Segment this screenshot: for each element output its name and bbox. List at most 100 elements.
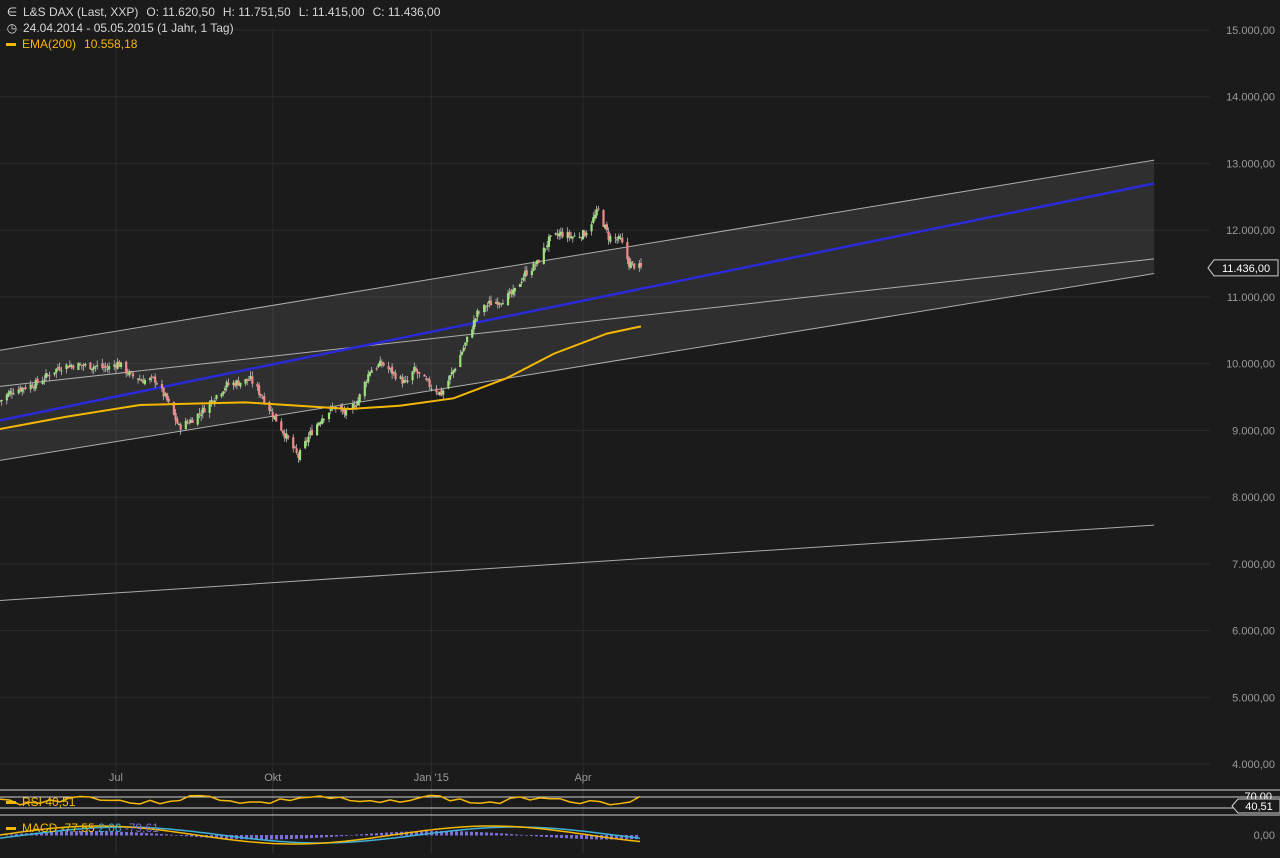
candle-down [89, 362, 92, 370]
candle-up [322, 419, 326, 421]
candle-up [363, 381, 366, 397]
candle-down [104, 365, 107, 368]
candle-up [148, 378, 152, 380]
x-tick-label: Jul [109, 772, 123, 784]
candle-up [215, 395, 218, 399]
candle-up [406, 380, 409, 383]
candle-down [602, 210, 605, 227]
candle-up [595, 209, 598, 216]
y-tick-label: 4.000,00 [1232, 759, 1275, 771]
instrument-row: ∈ L&S DAX (Last, XXP) O: 11.620,50 H: 11… [6, 4, 441, 20]
instrument-name: L&S DAX (Last, XXP) [23, 5, 139, 19]
candle-down [275, 413, 278, 422]
macd-histogram-bar [360, 834, 363, 836]
candle-up [239, 382, 242, 387]
candle-up [344, 409, 348, 416]
candle-up [518, 284, 522, 287]
macd-histogram-bar [495, 833, 498, 836]
candle-up [547, 236, 551, 247]
macd-histogram-bar [335, 835, 338, 837]
macd-histogram-bar [485, 832, 488, 836]
candle-up [573, 235, 576, 237]
candle-down [428, 379, 431, 388]
candle-up [365, 381, 368, 383]
candle-down [24, 386, 27, 389]
candle-up [430, 388, 433, 390]
candle-down [293, 446, 297, 448]
candle-down [621, 237, 624, 243]
macd-histogram-bar [555, 835, 558, 838]
macd-histogram-bar [475, 831, 478, 836]
candle-up [60, 370, 63, 372]
candle-up [462, 347, 465, 352]
candle-up [304, 441, 307, 449]
macd-histogram-bar [380, 832, 383, 836]
macd-histogram-bar [185, 835, 188, 837]
rsi-swatch [6, 800, 16, 804]
candle-up [96, 365, 99, 367]
candle-up [501, 303, 505, 305]
y-tick-label: 12.000,00 [1226, 225, 1275, 237]
macd-histogram-bar [325, 835, 328, 838]
candle-down [394, 372, 397, 379]
candle-up [629, 262, 632, 269]
macd-histogram-bar [165, 834, 168, 836]
candle-up [609, 236, 612, 242]
macd-histogram-bar [500, 833, 503, 836]
candle-down [259, 394, 262, 396]
macd-histogram-bar [340, 835, 343, 837]
candle-down [525, 270, 528, 276]
candle-down [179, 424, 182, 430]
rsi-value: 40,51 [45, 795, 76, 809]
macd-label: MACD [22, 821, 58, 835]
candle-up [542, 247, 545, 264]
x-tick-label: Okt [264, 772, 281, 784]
macd-histogram-bar [275, 835, 278, 840]
candle-up [119, 362, 123, 367]
candle-down [247, 380, 250, 382]
candle-up [513, 287, 516, 292]
y-tick-label: 10.000,00 [1226, 359, 1275, 371]
high-value: H: 11.751,50 [222, 5, 291, 19]
last-price-label: 11.436,00 [1222, 263, 1270, 275]
x-tick-label: Apr [574, 772, 591, 784]
macd-histogram-bar [470, 831, 473, 836]
y-tick-label: 6.000,00 [1232, 626, 1275, 638]
candle-down [418, 372, 421, 374]
candle-down [125, 361, 128, 374]
y-tick-label: 15.000,00 [1226, 25, 1275, 37]
macd-histogram-bar [570, 835, 573, 839]
candle-down [154, 376, 157, 383]
candle-down [484, 306, 487, 308]
candle-down [605, 224, 609, 231]
macd-histogram-bar [365, 833, 368, 836]
candle-up [298, 450, 302, 460]
candle-up [355, 405, 358, 407]
price-chart[interactable]: 15.000,00 14.000,00 13.000,00 12.000,00 11.0… [0, 0, 1280, 853]
macd-histogram-bar [270, 835, 273, 840]
candle-down [382, 362, 385, 366]
candle-down [191, 419, 194, 423]
macd-histogram-bar [510, 834, 513, 836]
candle-up [476, 310, 479, 318]
candle-up [143, 379, 147, 385]
y-tick-label: 9.000,00 [1232, 425, 1275, 437]
macd-histogram-bar [530, 835, 533, 836]
y-tick-label: 7.000,00 [1232, 559, 1275, 571]
candle-up [549, 235, 552, 237]
x-tick-label: Jan '15 [414, 772, 449, 784]
date-range: 24.04.2014 - 05.05.2015 (1 Jahr, 1 Tag) [23, 21, 234, 35]
candle-up [460, 351, 464, 355]
candle-down [227, 382, 230, 385]
candle-up [454, 368, 457, 371]
y-tick-label: 5.000,00 [1232, 692, 1275, 704]
candle-up [55, 368, 58, 373]
candle-up [544, 248, 547, 250]
candle-down [176, 418, 179, 424]
candle-up [108, 366, 111, 370]
macd-histogram-bar [520, 834, 523, 836]
candle-down [58, 367, 61, 370]
candle-up [41, 380, 44, 385]
macd-histogram-bar [490, 832, 493, 836]
macd-histogram-bar [170, 834, 173, 836]
